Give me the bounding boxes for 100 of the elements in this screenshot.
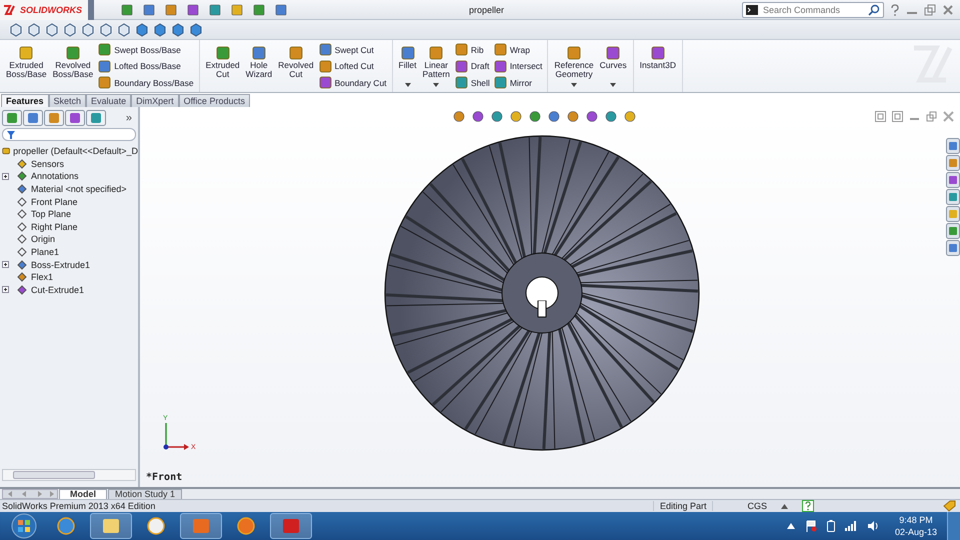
flag-icon[interactable]	[804, 520, 817, 532]
command-tab[interactable]: Evaluate	[86, 94, 132, 107]
quick-access-icon[interactable]	[120, 2, 134, 16]
view-tool-icon[interactable]	[547, 110, 561, 123]
view-tool-icon[interactable]	[509, 110, 523, 123]
expand-panel-button[interactable]: »	[126, 112, 136, 124]
expand-icon[interactable]	[2, 261, 9, 268]
restore-icon[interactable]	[924, 4, 936, 16]
view-tool-icon[interactable]	[471, 110, 485, 123]
dropdown-caret-icon[interactable]	[433, 83, 440, 87]
tree-item[interactable]: Plane1	[31, 247, 60, 258]
command-tab[interactable]: Sketch	[48, 94, 86, 107]
view-tool-icon[interactable]	[585, 110, 599, 123]
quick-access-icon[interactable]	[186, 2, 200, 16]
restore-icon[interactable]	[926, 111, 937, 122]
command-button[interactable]: Intersect	[494, 60, 542, 72]
command-button[interactable]: Rib	[454, 43, 490, 56]
expand-icon[interactable]	[2, 286, 9, 294]
command-tab[interactable]: Office Products	[178, 94, 250, 107]
quick-access-icon[interactable]	[252, 2, 266, 16]
clock[interactable]: 9:48 PM 02-Aug-13	[894, 514, 937, 538]
dropdown-caret-icon[interactable]	[571, 83, 578, 87]
command-button[interactable]: Mirror	[494, 76, 542, 89]
study-tab[interactable]: Motion Study 1	[108, 488, 182, 500]
command-button[interactable]: Reference Geometry	[553, 42, 595, 90]
expand-icon[interactable]	[2, 172, 9, 180]
task-pane-tab-icon[interactable]	[946, 138, 960, 154]
search-icon[interactable]	[868, 4, 880, 16]
tree-item[interactable]: Origin	[31, 234, 56, 244]
search-box[interactable]: Search Commands	[742, 2, 884, 18]
tree-item[interactable]: Top Plane	[31, 209, 72, 220]
dropdown-caret-icon[interactable]	[610, 83, 616, 87]
command-button[interactable]: Instant3D	[638, 42, 677, 90]
command-button[interactable]: Extruded Boss/Base	[5, 42, 48, 90]
task-pane-tab-icon[interactable]	[946, 223, 960, 239]
manager-tab-icon[interactable]	[2, 110, 22, 126]
tree-item[interactable]: Sensors	[31, 158, 64, 169]
manager-tab-icon[interactable]	[86, 110, 106, 126]
view-tool-icon[interactable]	[490, 110, 504, 123]
command-button[interactable]: Revolved Boss/Base	[52, 42, 94, 90]
tree-item[interactable]: Annotations	[31, 171, 79, 182]
task-pane-tab-icon[interactable]	[946, 189, 960, 205]
quick-access-icon[interactable]	[230, 2, 244, 16]
filter-field[interactable]	[2, 128, 136, 141]
view-tool-icon[interactable]	[604, 110, 618, 123]
dropdown-caret-icon[interactable]	[404, 83, 411, 87]
quick-access-icon[interactable]	[142, 2, 156, 16]
command-button[interactable]: Draft	[454, 60, 490, 72]
tree-item[interactable]: Boss-Extrude1	[31, 260, 90, 270]
command-button[interactable]: Boundary Boss/Base	[98, 76, 194, 89]
signal-icon[interactable]	[844, 521, 857, 531]
command-button[interactable]: Swept Cut	[318, 43, 387, 56]
view-tool-icon[interactable]	[566, 110, 580, 123]
tree-item[interactable]: Front Plane	[31, 196, 78, 207]
close-icon[interactable]	[942, 4, 954, 16]
task-pane-tab-icon[interactable]	[946, 240, 960, 256]
quick-access-icon[interactable]	[208, 2, 222, 16]
command-button[interactable]: Wrap	[494, 43, 542, 56]
command-button[interactable]: Boundary Cut	[318, 76, 387, 89]
quick-access-icon[interactable]	[164, 2, 178, 16]
command-button[interactable]: Revolved Cut	[277, 42, 315, 90]
help-icon[interactable]	[890, 4, 900, 16]
study-tab[interactable]: Model	[59, 488, 107, 500]
tray-expand-icon[interactable]	[786, 523, 795, 529]
view-tool-icon[interactable]	[528, 110, 542, 123]
command-button[interactable]: Linear Pattern	[422, 42, 451, 90]
battery-icon[interactable]	[826, 520, 835, 532]
viewport-split-icon[interactable]	[892, 111, 903, 122]
tree-item[interactable]: Material <not specified>	[31, 184, 127, 194]
manager-tab-icon[interactable]	[65, 110, 85, 126]
tree-item[interactable]: Right Plane	[31, 222, 78, 232]
command-button[interactable]: Swept Boss/Base	[98, 43, 194, 56]
command-button[interactable]: Curves	[598, 42, 628, 90]
search-field[interactable]: Search Commands	[761, 4, 865, 16]
command-button[interactable]: Lofted Cut	[318, 60, 387, 72]
viewport-split-icon[interactable]	[875, 111, 886, 122]
command-button[interactable]: Extruded Cut	[204, 42, 241, 90]
command-tab[interactable]: Features	[1, 94, 49, 107]
caret-icon[interactable]	[781, 504, 788, 508]
command-button[interactable]: Fillet	[398, 42, 418, 90]
tree-item[interactable]: Cut-Extrude1	[31, 284, 84, 295]
horizontal-scrollbar[interactable]	[2, 469, 136, 481]
command-button[interactable]: Shell	[454, 76, 490, 89]
tree-item[interactable]: Flex1	[31, 272, 54, 282]
app-logo[interactable]: SOLIDWORKS	[0, 0, 94, 20]
task-pane-tab-icon[interactable]	[946, 172, 960, 188]
quick-access-icon[interactable]	[274, 2, 288, 16]
start-button[interactable]	[10, 512, 38, 540]
tree-item[interactable]: propeller (Default<<Default>_D	[13, 146, 138, 156]
command-tab[interactable]: DimXpert	[131, 94, 179, 107]
taskbar-app-button[interactable]	[90, 513, 132, 539]
command-button[interactable]: Lofted Boss/Base	[98, 60, 194, 72]
view-tool-icon[interactable]	[452, 110, 466, 123]
manager-tab-icon[interactable]	[23, 110, 43, 126]
view-tool-icon[interactable]	[623, 110, 637, 123]
manager-tab-icon[interactable]	[44, 110, 64, 126]
units-selector[interactable]: CGS	[741, 501, 773, 511]
help-icon[interactable]	[802, 500, 814, 512]
volume-icon[interactable]	[866, 520, 879, 532]
command-button[interactable]: Hole Wizard	[244, 42, 274, 90]
